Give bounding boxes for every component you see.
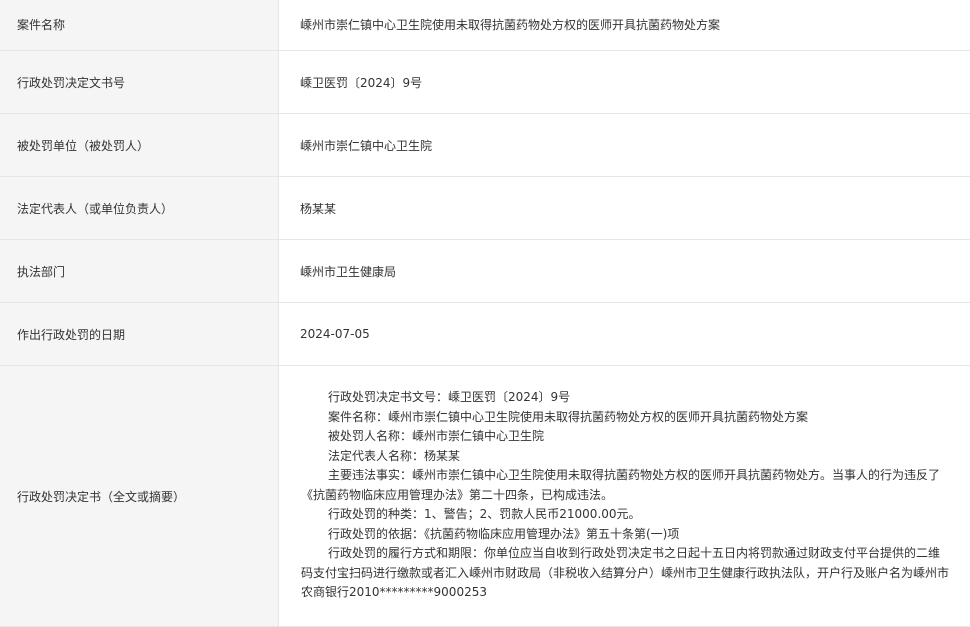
case-name-label: 案件名称 (0, 0, 279, 50)
decision-paragraph: 案件名称：嵊州市崇仁镇中心卫生院使用未取得抗菌药物处方权的医师开具抗菌药物处方案 (328, 409, 809, 424)
document-number-value: 嵊卫医罚〔2024〕9号 (279, 51, 970, 113)
row-decision-fulltext: 行政处罚决定书（全文或摘要） 行政处罚决定书文号：嵊卫医罚〔2024〕9号 案件… (0, 366, 970, 627)
case-name-value: 嵊州市崇仁镇中心卫生院使用未取得抗菌药物处方权的医师开具抗菌药物处方案 (279, 0, 970, 50)
decision-paragraph: 法定代表人名称：杨某某 (328, 448, 461, 463)
row-case-name: 案件名称 嵊州市崇仁镇中心卫生院使用未取得抗菌药物处方权的医师开具抗菌药物处方案 (0, 0, 970, 51)
row-decision-date: 作出行政处罚的日期 2024-07-05 (0, 303, 970, 366)
penalty-info-table: 案件名称 嵊州市崇仁镇中心卫生院使用未取得抗菌药物处方权的医师开具抗菌药物处方案… (0, 0, 970, 627)
legal-representative-value: 杨某某 (279, 177, 970, 239)
document-number-label: 行政处罚决定文书号 (0, 51, 279, 113)
row-document-number: 行政处罚决定文书号 嵊卫医罚〔2024〕9号 (0, 51, 970, 114)
decision-date-value: 2024-07-05 (279, 303, 970, 365)
decision-fulltext-value: 行政处罚决定书文号：嵊卫医罚〔2024〕9号 案件名称：嵊州市崇仁镇中心卫生院使… (279, 366, 970, 626)
row-enforcement-department: 执法部门 嵊州市卫生健康局 (0, 240, 970, 303)
decision-paragraph: 被处罚人名称：嵊州市崇仁镇中心卫生院 (328, 429, 545, 443)
penalized-party-value: 嵊州市崇仁镇中心卫生院 (279, 114, 970, 176)
enforcement-department-value: 嵊州市卫生健康局 (279, 240, 970, 302)
decision-date-label: 作出行政处罚的日期 (0, 303, 279, 365)
row-legal-representative: 法定代表人（或单位负责人） 杨某某 (0, 177, 970, 240)
legal-representative-label: 法定代表人（或单位负责人） (0, 177, 279, 239)
decision-paragraph: 行政处罚决定书文号：嵊卫医罚〔2024〕9号 (328, 390, 571, 404)
row-penalized-party: 被处罚单位（被处罚人） 嵊州市崇仁镇中心卫生院 (0, 114, 970, 177)
decision-paragraph: 行政处罚的种类：1、警告；2、罚款人民币21000.00元。 (328, 507, 641, 521)
enforcement-department-label: 执法部门 (0, 240, 279, 302)
decision-fulltext-body: 行政处罚决定书文号：嵊卫医罚〔2024〕9号 案件名称：嵊州市崇仁镇中心卫生院使… (301, 388, 951, 603)
decision-paragraph: 行政处罚的履行方式和期限：你单位应当自收到行政处罚决定书之日起十五日内将罚款通过… (301, 546, 950, 599)
decision-fulltext-label: 行政处罚决定书（全文或摘要） (0, 366, 279, 626)
decision-paragraph: 主要违法事实：嵊州市崇仁镇中心卫生院使用未取得抗菌药物处方权的医师开具抗菌药物处… (301, 468, 941, 502)
penalized-party-label: 被处罚单位（被处罚人） (0, 114, 279, 176)
decision-paragraph: 行政处罚的依据：《抗菌药物临床应用管理办法》第五十条第(一)项 (328, 526, 680, 541)
